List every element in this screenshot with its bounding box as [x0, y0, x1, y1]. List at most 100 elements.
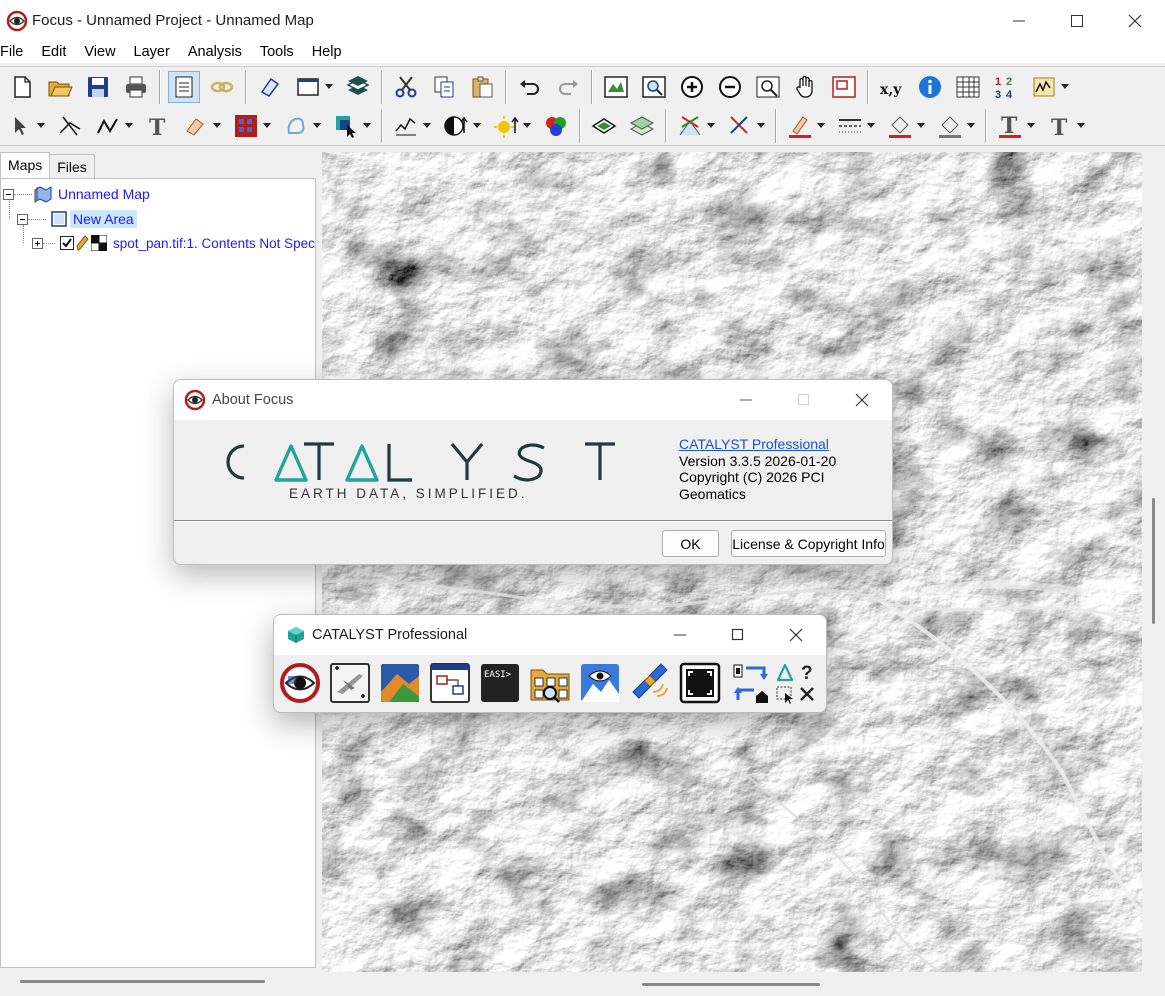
zoom-window-button[interactable] — [638, 71, 670, 103]
catalyst-delta-button[interactable] — [774, 661, 796, 683]
tree-horizontal-scrollbar[interactable] — [0, 968, 318, 996]
launch-file-browser-button[interactable] — [528, 661, 572, 705]
copy-button[interactable] — [428, 71, 460, 103]
save-button[interactable] — [82, 71, 114, 103]
collapse-toggle[interactable] — [3, 188, 14, 200]
launch-mapping-button[interactable] — [378, 661, 422, 705]
menu-analysis[interactable]: Analysis — [188, 44, 242, 60]
menu-layer[interactable]: Layer — [134, 44, 170, 60]
tab-maps[interactable]: Maps — [0, 152, 51, 179]
vertex-button[interactable] — [54, 110, 86, 142]
view-vertical-scrollbar[interactable] — [1142, 150, 1165, 974]
launch-orthoengine-button[interactable] — [328, 661, 372, 705]
zoom-full-button[interactable] — [752, 71, 784, 103]
ok-button[interactable]: OK — [662, 530, 719, 557]
table-button[interactable] — [952, 71, 984, 103]
launch-full-screen-button[interactable] — [678, 661, 722, 705]
tie-point-dropdown[interactable] — [755, 110, 767, 142]
menu-help[interactable]: Help — [312, 44, 342, 60]
select-area-button[interactable] — [774, 683, 796, 705]
help-button[interactable]: ? — [796, 661, 818, 683]
tree-item-layer[interactable]: spot_pan.tif:1. Contents Not Spec — [32, 232, 315, 254]
rgb-button[interactable] — [540, 110, 572, 142]
region-button[interactable] — [280, 110, 312, 142]
line-style-button[interactable] — [834, 110, 866, 142]
close-button[interactable] — [1106, 0, 1164, 41]
eraser-tool-button[interactable] — [180, 110, 212, 142]
polyline-button[interactable] — [92, 110, 124, 142]
collapse-toggle[interactable] — [17, 213, 28, 225]
tie-point-button[interactable] — [724, 110, 756, 142]
view-horizontal-scrollbar[interactable] — [322, 974, 1165, 996]
select-dropdown[interactable] — [35, 110, 47, 142]
print-button[interactable] — [120, 71, 152, 103]
area-name[interactable]: New Area — [70, 210, 137, 228]
launch-viewer-button[interactable] — [578, 661, 622, 705]
layer-view-button[interactable] — [588, 110, 620, 142]
launcher-minimize-button[interactable] — [660, 615, 700, 655]
frame-button[interactable] — [292, 71, 324, 103]
eraser-button[interactable] — [254, 71, 286, 103]
tab-files[interactable]: Files — [49, 154, 95, 178]
launch-satellite-button[interactable] — [628, 661, 672, 705]
line-color-button[interactable] — [784, 110, 816, 142]
brightness-button[interactable] — [490, 110, 522, 142]
text-color-dropdown[interactable] — [1025, 110, 1037, 142]
enhance-button[interactable] — [390, 110, 422, 142]
properties-button[interactable] — [168, 70, 200, 103]
about-close-button[interactable] — [840, 380, 884, 420]
import-button[interactable] — [730, 683, 774, 705]
license-copyright-button[interactable]: License & Copyright Info — [731, 530, 886, 557]
text-font-button[interactable]: T — [1044, 110, 1076, 142]
product-link[interactable]: CATALYST Professional — [679, 436, 829, 452]
layers-button[interactable] — [342, 71, 374, 103]
region-dropdown[interactable] — [311, 110, 323, 142]
link-button[interactable] — [206, 71, 238, 103]
frame-dropdown[interactable] — [323, 71, 335, 103]
minimize-button[interactable] — [990, 0, 1048, 41]
shape-select-button[interactable] — [330, 110, 362, 142]
line-style-dropdown[interactable] — [865, 110, 877, 142]
scrollbar-thumb[interactable] — [1152, 498, 1155, 624]
tree-item-map[interactable]: Unnamed Map — [3, 183, 150, 205]
text-color-button[interactable]: T — [994, 110, 1026, 142]
polyline-dropdown[interactable] — [123, 110, 135, 142]
layer-name[interactable]: spot_pan.tif:1. Contents Not Spec — [113, 236, 315, 251]
numbers-button[interactable]: 1234 — [990, 71, 1022, 103]
contrast-dropdown[interactable] — [471, 110, 483, 142]
launch-easi-button[interactable]: EASI> — [478, 661, 522, 705]
paste-button[interactable] — [466, 71, 498, 103]
fill-pattern-dropdown[interactable] — [965, 110, 977, 142]
cut-button[interactable] — [390, 71, 422, 103]
brightness-dropdown[interactable] — [521, 110, 533, 142]
tree-item-area[interactable]: New Area — [17, 208, 137, 230]
visibility-checkbox[interactable] — [60, 236, 74, 250]
launcher-maximize-button[interactable] — [718, 615, 758, 655]
text-font-dropdown[interactable] — [1075, 110, 1087, 142]
coordinates-button[interactable]: x,y — [876, 71, 908, 103]
scrollbar-thumb[interactable] — [642, 983, 820, 986]
zoom-out-button[interactable] — [714, 71, 746, 103]
histogram-dropdown[interactable] — [1059, 71, 1071, 103]
histogram-button[interactable] — [1028, 71, 1060, 103]
launch-focus-button[interactable] — [278, 661, 322, 705]
launcher-close-button[interactable] — [776, 615, 816, 655]
pan-button[interactable] — [790, 71, 822, 103]
map-name[interactable]: Unnamed Map — [58, 186, 150, 202]
zoom-in-button[interactable] — [676, 71, 708, 103]
expand-toggle[interactable] — [32, 237, 43, 249]
enhance-dropdown[interactable] — [421, 110, 433, 142]
redo-button[interactable] — [552, 71, 584, 103]
line-color-dropdown[interactable] — [815, 110, 827, 142]
select-button[interactable] — [4, 110, 36, 142]
maximize-button[interactable] — [1048, 0, 1106, 41]
zoom-extents-button[interactable] — [600, 71, 632, 103]
gcp-dropdown[interactable] — [705, 110, 717, 142]
menu-view[interactable]: View — [84, 44, 115, 60]
fill-pattern-button[interactable] — [934, 110, 966, 142]
fill-color-dropdown[interactable] — [915, 110, 927, 142]
launch-modeler-button[interactable] — [428, 661, 472, 705]
classify-dropdown[interactable] — [261, 110, 273, 142]
menu-edit[interactable]: Edit — [41, 44, 66, 60]
menu-file[interactable]: File — [0, 44, 23, 60]
